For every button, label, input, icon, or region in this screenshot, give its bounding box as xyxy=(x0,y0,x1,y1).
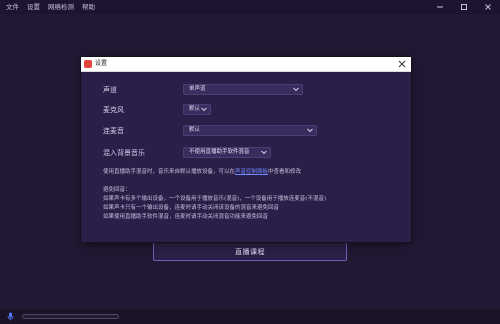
microphone-value: 默认 xyxy=(189,106,201,112)
mic-volume-meter xyxy=(22,314,119,319)
menu-file[interactable]: 文件 xyxy=(0,0,23,14)
chevron-down-icon xyxy=(307,128,313,133)
mix-hint-suffix: 中查看和修改 xyxy=(268,169,302,175)
speaker-value: 默认 xyxy=(189,127,201,133)
bg-music-select[interactable]: 不使用直播助手软件混音 xyxy=(183,147,271,158)
maximize-button[interactable] xyxy=(452,0,476,14)
mix-hint: 使用直播助手混音时，音乐来自默认播放设备，可以在声音控制面板中查看和修改 xyxy=(103,168,301,176)
live-course-label: 直播课程 xyxy=(235,247,265,256)
channel-select[interactable]: 单声道 xyxy=(183,84,303,95)
maximize-icon xyxy=(461,4,467,10)
close-icon xyxy=(485,4,491,10)
app-logo-icon xyxy=(84,60,92,68)
minimize-button[interactable] xyxy=(428,0,452,14)
bg-music-value: 不使用直播助手软件混音 xyxy=(189,149,250,155)
bottom-bar xyxy=(0,309,500,324)
echo-line-3: 如果使用直播助手软件混音，连麦时请手动关闭混音功能来避免回音 xyxy=(103,214,269,220)
mix-hint-prefix: 使用直播助手混音时，音乐来自默认播放设备，可以在 xyxy=(103,169,236,175)
minimize-icon xyxy=(437,6,443,8)
chevron-down-icon xyxy=(293,87,299,92)
menu-network-check[interactable]: 网络检测 xyxy=(44,0,78,14)
menu-settings[interactable]: 设置 xyxy=(23,0,44,14)
window-controls xyxy=(428,0,500,14)
bg-music-label: 混入背景音乐 xyxy=(103,149,145,157)
microphone-label: 麦克风 xyxy=(103,106,124,114)
microphone-select[interactable]: 默认 xyxy=(183,104,211,115)
channel-value: 单声道 xyxy=(189,86,206,92)
sound-control-panel-link[interactable]: 声音控制面板 xyxy=(235,169,268,175)
echo-line-1: 如果声卡有多个输出设备，一个设备用于播放音乐(混音)，一个设备用于播放连麦音(不… xyxy=(103,196,327,202)
echo-line-2: 如果声卡只有一个输出设备，连麦时请手动关闭该设备的混音来避免回音 xyxy=(103,205,280,211)
echo-title: 避免回音： xyxy=(103,187,131,193)
main-titlebar: 文件 设置 网络检测 帮助 xyxy=(0,0,500,14)
chevron-down-icon xyxy=(261,150,267,155)
dialog-title: 设置 xyxy=(95,60,108,67)
menu-help[interactable]: 帮助 xyxy=(78,0,99,14)
microphone-icon[interactable] xyxy=(7,312,14,321)
dialog-titlebar: 设置 xyxy=(81,57,411,72)
close-icon[interactable] xyxy=(398,60,406,68)
close-window-button[interactable] xyxy=(476,0,500,14)
speaker-select[interactable]: 默认 xyxy=(183,125,317,136)
speaker-label: 连麦音 xyxy=(103,127,124,135)
channel-label: 声道 xyxy=(103,86,117,94)
settings-dialog: 设置 声道 单声道 麦克风 默认 连麦音 默认 混入背景音乐 不使用直播助手软件… xyxy=(81,57,411,242)
chevron-down-icon xyxy=(201,107,207,112)
